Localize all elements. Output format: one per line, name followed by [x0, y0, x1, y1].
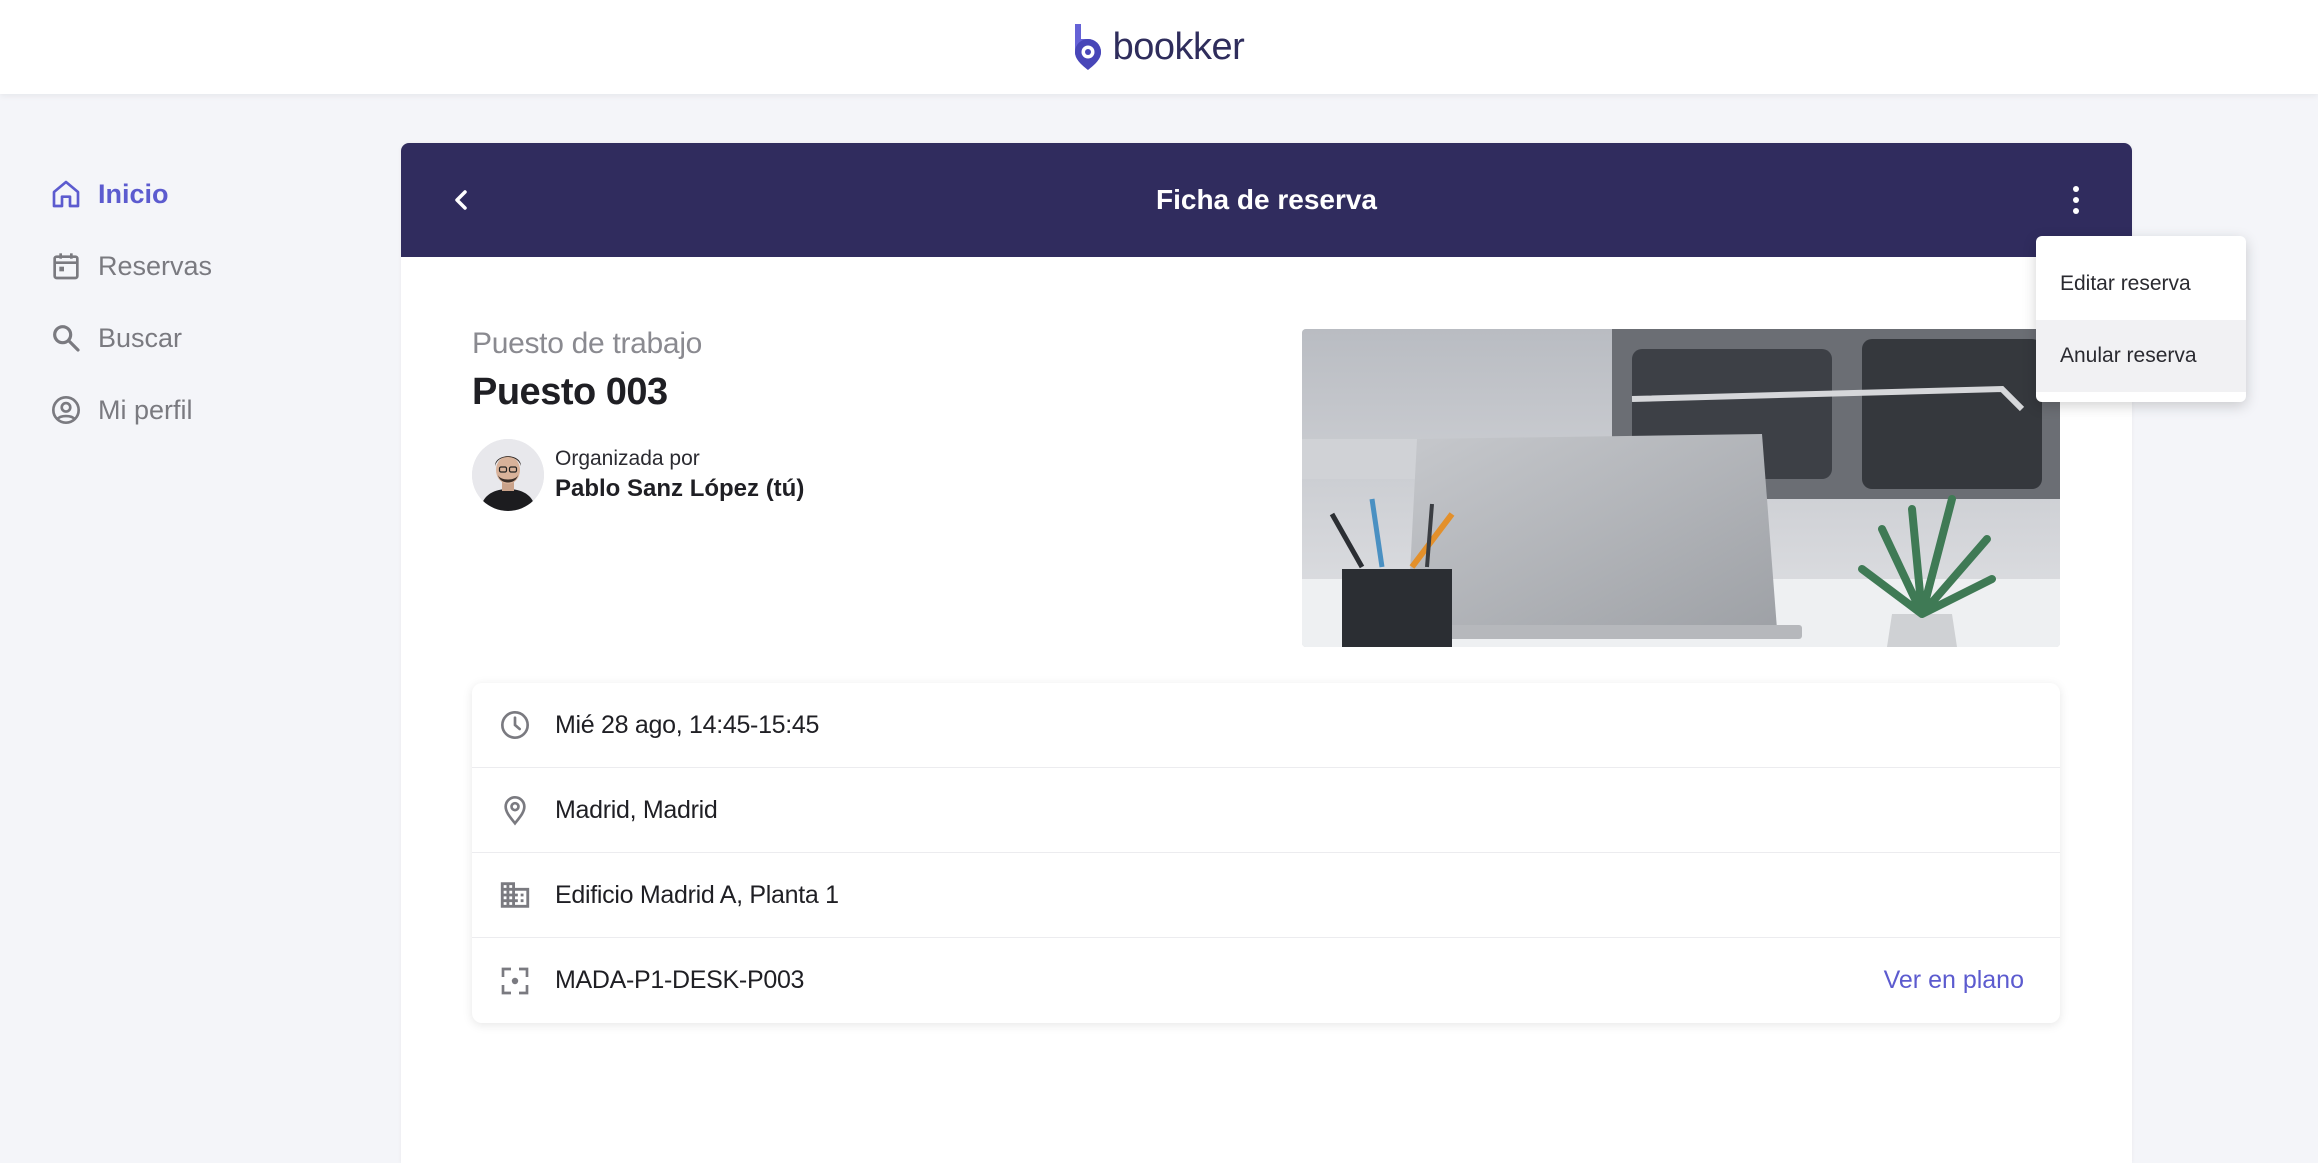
- organizer-name: Pablo Sanz López (tú): [555, 475, 805, 502]
- reservation-card: Ficha de reserva Puesto de trabajo Puest…: [401, 143, 2132, 1163]
- logo-text: bookker: [1112, 25, 1245, 68]
- sidebar-item-inicio[interactable]: Inicio: [48, 158, 348, 230]
- view-on-map-link[interactable]: Ver en plano: [1884, 966, 2024, 995]
- sidebar-item-mi-perfil[interactable]: Mi perfil: [48, 374, 348, 446]
- workspace-photo: [1302, 329, 2060, 647]
- options-menu: Editar reserva Anular reserva: [2036, 236, 2246, 402]
- more-options-button[interactable]: [2056, 178, 2096, 222]
- bookker-logo-icon: [1074, 24, 1101, 70]
- search-icon: [48, 320, 84, 356]
- menu-item-cancel-reservation[interactable]: Anular reserva: [2036, 320, 2246, 392]
- reservation-details: Mié 28 ago, 14:45-15:45 Madrid, Madrid E…: [472, 683, 2060, 1023]
- calendar-icon: [48, 248, 84, 284]
- avatar: [472, 439, 544, 511]
- more-vertical-icon: [2073, 186, 2079, 214]
- sidebar-item-label: Buscar: [98, 322, 183, 353]
- organizer: Organizada por Pablo Sanz López (tú): [472, 439, 804, 511]
- back-button[interactable]: [441, 180, 481, 220]
- home-icon: [48, 176, 84, 212]
- sidebar: Inicio Reservas Buscar Mi perfil: [48, 158, 348, 446]
- clock-icon: [498, 708, 532, 742]
- chevron-left-icon: [455, 190, 467, 210]
- resource-type: Puesto de trabajo: [472, 327, 703, 360]
- detail-resource-code: MADA-P1-DESK-P003: [555, 966, 805, 994]
- top-bar: bookker: [0, 0, 2318, 94]
- building-icon: [498, 878, 532, 912]
- scan-focus-icon: [498, 964, 532, 998]
- sidebar-item-buscar[interactable]: Buscar: [48, 302, 348, 374]
- detail-row-datetime: Mié 28 ago, 14:45-15:45: [472, 683, 2060, 768]
- sidebar-item-label: Reservas: [98, 250, 213, 281]
- detail-building: Edificio Madrid A, Planta 1: [555, 880, 839, 909]
- resource-name: Puesto 003: [472, 371, 668, 413]
- detail-city: Madrid, Madrid: [555, 795, 718, 824]
- card-header: Ficha de reserva: [401, 143, 2132, 257]
- user-circle-icon: [48, 392, 84, 428]
- menu-item-edit-reservation[interactable]: Editar reserva: [2036, 248, 2246, 320]
- sidebar-item-label: Mi perfil: [98, 394, 193, 425]
- sidebar-item-label: Inicio: [98, 178, 169, 209]
- detail-datetime: Mié 28 ago, 14:45-15:45: [555, 710, 820, 739]
- organizer-label: Organizada por: [555, 447, 700, 470]
- location-pin-icon: [498, 793, 532, 827]
- page-title: Ficha de reserva: [1155, 184, 1378, 215]
- detail-row-building: Edificio Madrid A, Planta 1: [472, 853, 2060, 938]
- sidebar-item-reservas[interactable]: Reservas: [48, 230, 348, 302]
- detail-row-city: Madrid, Madrid: [472, 768, 2060, 853]
- detail-row-code: MADA-P1-DESK-P003 Ver en plano: [472, 938, 2060, 1023]
- organizer-info: Organizada por Pablo Sanz López (tú): [555, 447, 804, 503]
- app-logo[interactable]: bookker: [1069, 22, 1245, 72]
